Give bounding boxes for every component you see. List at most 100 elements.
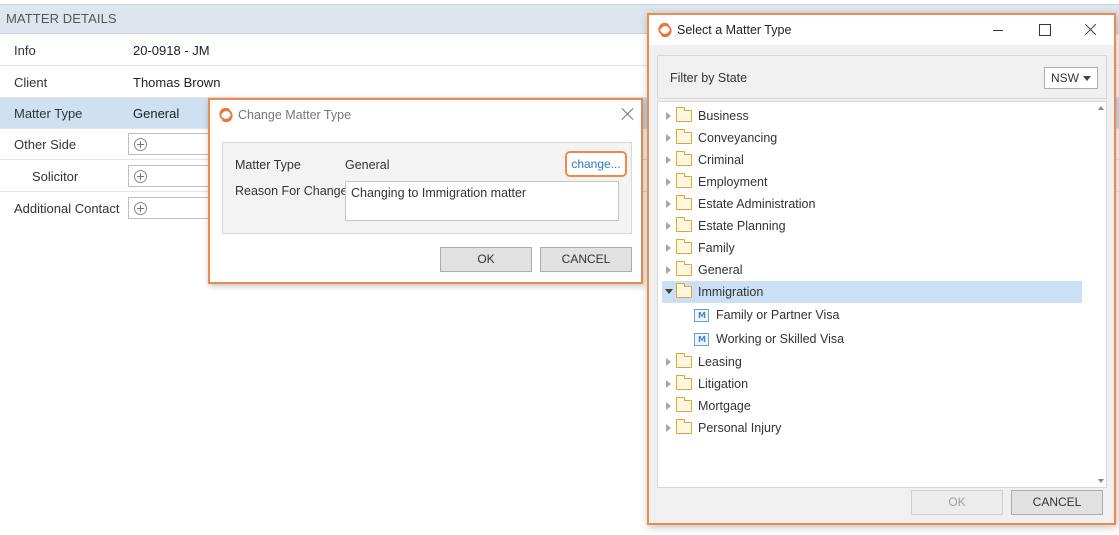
dialog-title: Change Matter Type — [238, 108, 352, 122]
folder-icon — [676, 419, 692, 434]
row-label: Additional Contact — [14, 201, 120, 216]
app-logo-icon — [219, 107, 233, 123]
tree-item-label: Estate Administration — [698, 197, 816, 211]
matter-type-value: General — [345, 158, 390, 172]
tree-item-family-or-partner-visa[interactable]: Family or Partner Visa — [662, 304, 1082, 326]
cancel-button[interactable]: CANCEL — [1011, 490, 1103, 515]
tree-item-criminal[interactable]: Criminal — [662, 149, 1082, 171]
expand-icon[interactable] — [666, 112, 671, 120]
row-value: 20-0918 - JM — [133, 43, 210, 58]
matter-template-icon — [694, 333, 709, 346]
expand-icon[interactable] — [666, 358, 671, 366]
tree-item-label: Personal Injury — [698, 421, 782, 435]
expand-icon[interactable] — [666, 402, 671, 410]
solicitor-field[interactable] — [128, 165, 218, 187]
tree-item-label: Estate Planning — [698, 219, 786, 233]
folder-icon — [676, 239, 692, 254]
ok-button[interactable]: OK — [440, 247, 532, 272]
tree-item-label: Immigration — [698, 285, 764, 299]
tree-item-business[interactable]: Business — [662, 105, 1082, 127]
folder-icon — [676, 151, 692, 166]
tree-item-estate-administration[interactable]: Estate Administration — [662, 193, 1082, 215]
row-value: General — [133, 106, 180, 121]
collapse-icon[interactable] — [665, 289, 673, 294]
tree-item-label: Mortgage — [698, 399, 751, 413]
expand-icon[interactable] — [666, 222, 671, 230]
expand-icon[interactable] — [666, 200, 671, 208]
tree-item-label: Business — [698, 109, 749, 123]
expand-icon[interactable] — [666, 424, 671, 432]
chevron-down-icon — [1083, 76, 1091, 81]
dialog-body: Matter Type General change... Reason For… — [222, 142, 632, 234]
tree-item-litigation[interactable]: Litigation — [662, 373, 1082, 395]
tree-item-immigration[interactable]: Immigration — [662, 281, 1082, 303]
cancel-button[interactable]: CANCEL — [540, 247, 632, 272]
row-label: Matter Type — [14, 106, 83, 121]
other-side-field[interactable] — [128, 133, 218, 155]
maximize-icon[interactable] — [1021, 15, 1067, 45]
tree-item-conveyancing[interactable]: Conveyancing — [662, 127, 1082, 149]
tree-item-leasing[interactable]: Leasing — [662, 351, 1082, 373]
folder-icon — [676, 397, 692, 412]
expand-icon[interactable] — [666, 156, 671, 164]
tree-item-label: Family — [698, 241, 735, 255]
filter-bar: Filter by State NSW — [657, 55, 1107, 99]
expand-icon[interactable] — [666, 244, 671, 252]
row-label: Client — [14, 75, 48, 90]
tree-item-label: Leasing — [698, 355, 742, 369]
tree-item-estate-planning[interactable]: Estate Planning — [662, 215, 1082, 237]
tree-item-label: Litigation — [698, 377, 749, 391]
tree-item-general[interactable]: General — [662, 259, 1082, 281]
tree-item-label: Working or Skilled Visa — [716, 332, 845, 346]
tree-item-employment[interactable]: Employment — [662, 171, 1082, 193]
tree-item-label: Conveyancing — [698, 131, 778, 145]
tree-item-label: General — [698, 263, 743, 277]
matter-template-icon — [694, 309, 709, 322]
minimize-icon[interactable] — [975, 15, 1021, 45]
tree-item-working-or-skilled-visa[interactable]: Working or Skilled Visa — [662, 328, 1082, 350]
matter-type-tree[interactable]: Business Conveyancing Criminal Employmen… — [657, 101, 1107, 488]
dialog-title-bar: Change Matter Type — [210, 100, 641, 130]
expand-icon[interactable] — [666, 380, 671, 388]
expand-icon[interactable] — [666, 266, 671, 274]
folder-icon — [676, 217, 692, 232]
select-matter-type-window: Select a Matter Type Filter by State NSW… — [647, 13, 1116, 525]
change-link[interactable]: change... — [565, 151, 627, 177]
folder-icon — [676, 261, 692, 276]
folder-icon — [676, 375, 692, 390]
row-value: Thomas Brown — [133, 75, 221, 90]
row-label: Other Side — [14, 137, 77, 152]
folder-icon — [676, 353, 692, 368]
tree-item-family[interactable]: Family — [662, 237, 1082, 259]
matter-type-label: Matter Type — [235, 158, 301, 172]
scroll-up-icon[interactable] — [1098, 106, 1104, 110]
ok-button[interactable]: OK — [911, 490, 1003, 515]
tree-item-mortgage[interactable]: Mortgage — [662, 395, 1082, 417]
row-label: Solicitor — [32, 169, 79, 184]
window-title-bar: Select a Matter Type — [649, 15, 1114, 45]
add-icon[interactable] — [134, 202, 147, 215]
close-icon[interactable] — [621, 107, 635, 121]
tree-item-label: Family or Partner Visa — [716, 308, 840, 322]
app-logo-icon — [658, 22, 672, 38]
folder-icon — [676, 107, 692, 122]
tree-item-label: Employment — [698, 175, 768, 189]
filter-label: Filter by State — [670, 71, 748, 85]
reason-label: Reason For Change — [235, 184, 348, 198]
reason-input[interactable]: Changing to Immigration matter — [345, 181, 619, 221]
folder-icon — [676, 283, 692, 298]
folder-icon — [676, 129, 692, 144]
expand-icon[interactable] — [666, 134, 671, 142]
expand-icon[interactable] — [666, 178, 671, 186]
add-icon[interactable] — [134, 170, 147, 183]
window-title: Select a Matter Type — [677, 23, 792, 37]
close-icon[interactable] — [1067, 15, 1113, 45]
additional-contact-field[interactable] — [128, 197, 218, 219]
tree-item-personal-injury[interactable]: Personal Injury — [662, 417, 1082, 439]
scroll-down-icon[interactable] — [1098, 479, 1104, 483]
state-dropdown[interactable]: NSW — [1044, 67, 1098, 89]
add-icon[interactable] — [134, 138, 147, 151]
folder-icon — [676, 173, 692, 188]
tree-item-label: Criminal — [698, 153, 744, 167]
row-label: Info — [14, 43, 36, 58]
